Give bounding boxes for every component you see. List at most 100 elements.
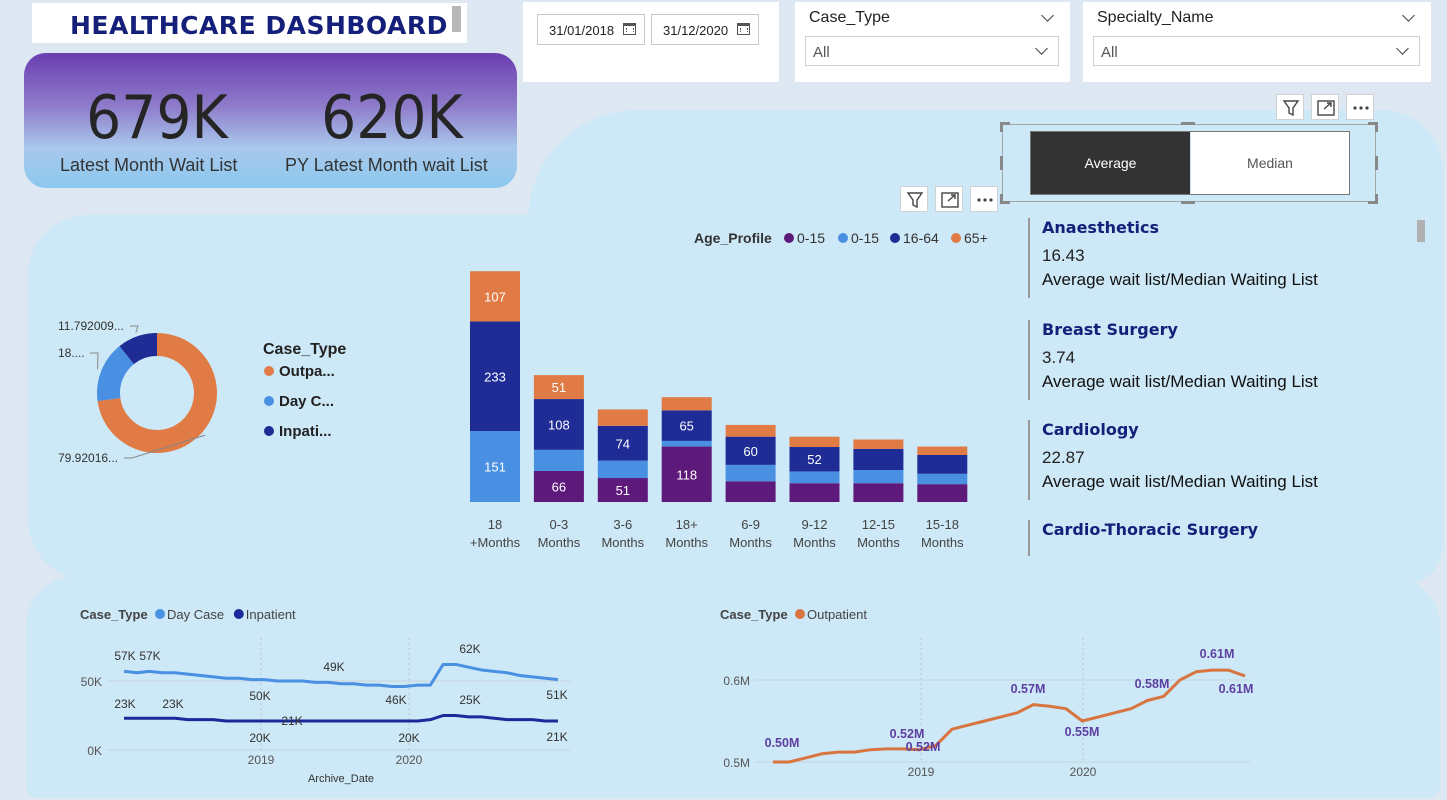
- line-data-label: 0.52M: [890, 727, 925, 741]
- specialty-list[interactable]: Anaesthetics 16.43 Average wait list/Med…: [1028, 218, 1428, 558]
- donut-legend-item[interactable]: Outpa...: [279, 363, 335, 380]
- chevron-down-icon[interactable]: [1035, 42, 1048, 55]
- focus-mode-button[interactable]: [1311, 94, 1339, 120]
- bar-segment[interactable]: [789, 471, 840, 484]
- toggle-average-button[interactable]: Average: [1031, 132, 1190, 194]
- y-tick-label: 0.6M: [723, 674, 750, 688]
- line-data-label: 57K: [114, 649, 135, 663]
- chevron-down-icon[interactable]: [1041, 9, 1054, 22]
- kpi-latest-month-label: Latest Month Wait List: [60, 155, 238, 175]
- resize-handle[interactable]: [1000, 194, 1010, 204]
- more-options-button[interactable]: [1346, 94, 1374, 120]
- line-data-label: 0.52M: [906, 740, 941, 754]
- bar-data-label: 108: [548, 417, 570, 432]
- bar-segment[interactable]: [789, 483, 840, 502]
- bar-data-label: 74: [616, 436, 630, 451]
- line-series[interactable]: [124, 714, 558, 723]
- bar-segment[interactable]: [597, 409, 648, 426]
- bar-segment[interactable]: [725, 481, 776, 502]
- bar-segment[interactable]: [597, 460, 648, 479]
- resize-handle[interactable]: [1181, 122, 1195, 125]
- line-legend-item[interactable]: Day Case: [167, 607, 224, 622]
- bar-segment[interactable]: [533, 449, 584, 471]
- line-data-label: 57K: [139, 649, 160, 663]
- filter-button[interactable]: [900, 186, 928, 212]
- bar-tick-label: Months: [857, 535, 900, 550]
- specialty-dropdown[interactable]: All: [1093, 36, 1420, 66]
- bar-segment[interactable]: [853, 439, 904, 449]
- specialty-list-scrollbar[interactable]: [1417, 220, 1425, 242]
- focus-mode-icon: [941, 192, 959, 208]
- bar-data-label: 51: [616, 483, 630, 498]
- specialty-name: Cardio-Thoracic Surgery: [1042, 520, 1259, 539]
- bar-legend-item[interactable]: 0-15: [797, 230, 825, 246]
- bar-segment[interactable]: [917, 484, 968, 502]
- outpatient-line-chart: Case_Type Outpatient 0.5M 0.6M 2019 2020 0.50M…: [720, 607, 1253, 779]
- resize-handle[interactable]: [1181, 201, 1195, 204]
- bar-segment[interactable]: [661, 440, 712, 447]
- bar-segment[interactable]: [853, 470, 904, 484]
- filter-button[interactable]: [1276, 94, 1304, 120]
- resize-handle[interactable]: [1000, 122, 1010, 132]
- bar-legend-item[interactable]: 16-64: [903, 230, 939, 246]
- specialty-measure-label: Average wait list/Median Waiting List: [1042, 270, 1318, 289]
- bar-segment[interactable]: [725, 464, 776, 482]
- line-series[interactable]: [773, 668, 1246, 764]
- specialty-name: Breast Surgery: [1042, 320, 1178, 339]
- toggle-median-button[interactable]: Median: [1191, 132, 1349, 194]
- bar-tick-label: Months: [793, 535, 836, 550]
- bar-legend-item[interactable]: 65+: [964, 230, 988, 246]
- list-item[interactable]: Anaesthetics 16.43 Average wait list/Med…: [1028, 218, 1408, 298]
- donut-leader-line: [130, 325, 139, 333]
- resize-handle[interactable]: [1000, 156, 1003, 170]
- case-type-dropdown[interactable]: All: [805, 36, 1059, 66]
- title-scrollbar[interactable]: [452, 6, 461, 32]
- chevron-down-icon[interactable]: [1402, 9, 1415, 22]
- bar-segment[interactable]: [661, 397, 712, 411]
- resize-handle[interactable]: [1375, 156, 1378, 170]
- x-axis-label: Archive_Date: [308, 773, 374, 785]
- donut-legend-title: Case_Type: [263, 341, 346, 358]
- legend-marker: [233, 609, 244, 619]
- bar-tick-label: 18+: [676, 517, 698, 532]
- bar-segment[interactable]: [917, 455, 968, 474]
- more-options-button[interactable]: [970, 186, 998, 212]
- bar-segment[interactable]: [917, 473, 968, 485]
- bar-segment[interactable]: [917, 446, 968, 455]
- focus-mode-button[interactable]: [935, 186, 963, 212]
- bar-segment[interactable]: [853, 483, 904, 502]
- bar-tick-label: 0-3: [550, 517, 569, 532]
- legend-marker: [264, 366, 274, 376]
- x-tick-label: 2019: [908, 765, 935, 779]
- resize-handle[interactable]: [1368, 194, 1378, 204]
- calendar-icon[interactable]: [623, 23, 636, 35]
- end-date-input[interactable]: 31/12/2020: [651, 14, 759, 45]
- bar-tick-label: +Months: [470, 535, 521, 550]
- donut-data-label: 18....: [58, 346, 85, 360]
- case-type-slicer-title: Case_Type: [809, 9, 890, 26]
- bar-data-label: 52: [807, 452, 821, 467]
- bar-segment[interactable]: [725, 424, 776, 437]
- donut-data-label: 79.92016...: [58, 451, 118, 465]
- bar-data-label: 51: [552, 380, 566, 395]
- list-item[interactable]: Breast Surgery 3.74 Average wait list/Me…: [1028, 320, 1408, 400]
- line-data-label: 21K: [281, 714, 302, 728]
- bar-segment[interactable]: [789, 436, 840, 448]
- bar-tick-label: 3-6: [613, 517, 632, 532]
- line-legend-item[interactable]: Inpatient: [246, 607, 296, 622]
- list-item[interactable]: Cardio-Thoracic Surgery: [1028, 520, 1408, 556]
- line-data-label: 23K: [162, 697, 183, 711]
- start-date-input[interactable]: 31/01/2018: [537, 14, 645, 45]
- bar-legend-item[interactable]: 0-15: [851, 230, 879, 246]
- donut-legend-item[interactable]: Inpati...: [279, 423, 332, 440]
- list-item[interactable]: Cardiology 22.87 Average wait list/Media…: [1028, 420, 1408, 500]
- bar-segment[interactable]: [853, 448, 904, 471]
- line-legend-item[interactable]: Outpatient: [807, 607, 867, 622]
- chevron-down-icon[interactable]: [1396, 42, 1409, 55]
- legend-marker: [784, 233, 794, 243]
- y-tick-label: 50K: [81, 675, 102, 689]
- calendar-icon[interactable]: [737, 23, 750, 35]
- resize-handle[interactable]: [1368, 122, 1378, 132]
- donut-legend-item[interactable]: Day C...: [279, 393, 334, 410]
- start-date-value: 31/01/2018: [549, 23, 615, 38]
